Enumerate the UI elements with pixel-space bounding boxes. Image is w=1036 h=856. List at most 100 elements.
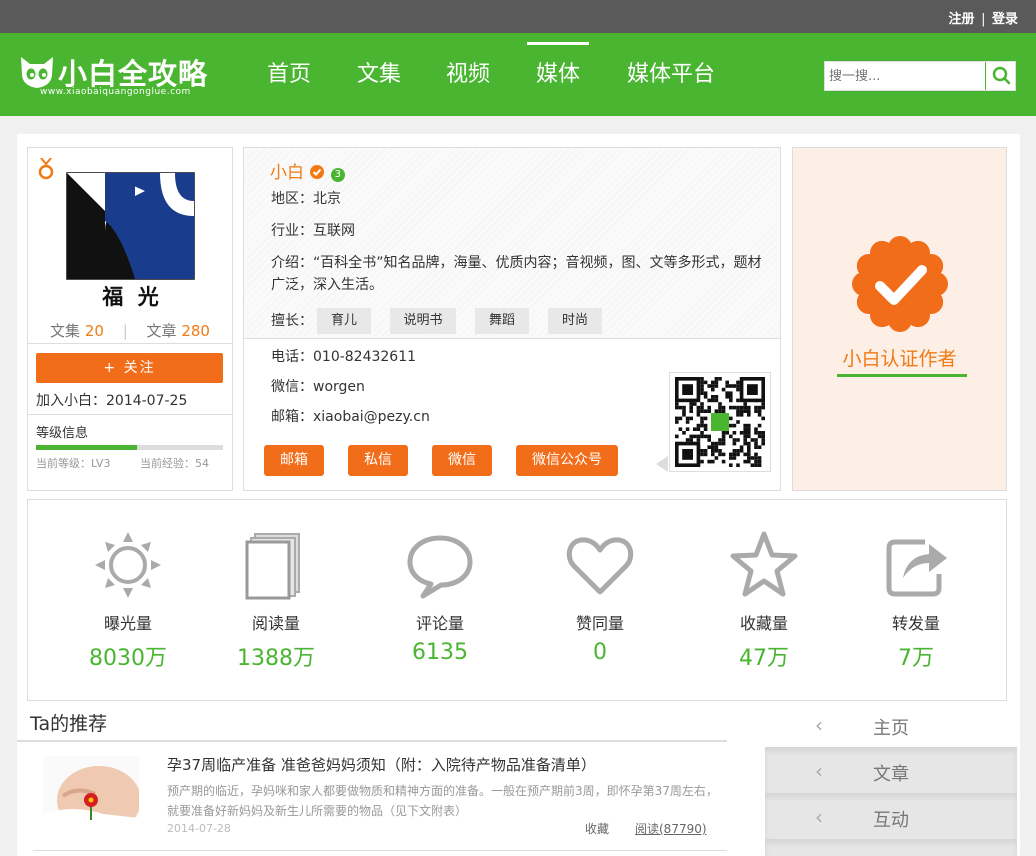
article-thumbnail[interactable] xyxy=(43,756,139,836)
tag-manual[interactable]: 说明书 xyxy=(390,308,456,334)
tag-fashion[interactable]: 时尚 xyxy=(548,308,602,334)
stat-label: 阅读量 xyxy=(251,614,300,633)
sidebar-item-more[interactable] xyxy=(765,839,1017,856)
chevron-left-icon: ‹ xyxy=(815,805,823,829)
article-summary: 预产期的临近，孕妈咪和家人都要做物质和精神方面的准备。一般在预产期前3周，即怀孕… xyxy=(167,784,718,818)
star-icon xyxy=(730,531,798,597)
stat-value: 7万 xyxy=(898,646,934,671)
sidebar-item-label: 互动 xyxy=(873,810,909,831)
auth-links: 注册 | 登录 xyxy=(949,8,1018,27)
site-logo[interactable]: 小白全攻略 www.xiaobaiquangonglue.com xyxy=(18,51,208,101)
message-button[interactable]: 私信 xyxy=(348,445,408,476)
tag-parenting[interactable]: 育儿 xyxy=(317,308,371,334)
author-region: 地区：北京 xyxy=(271,191,341,207)
verified-author-title: 小白认证作者 xyxy=(842,348,957,370)
joined-date: 加入小白：2014-07-25 xyxy=(36,393,188,409)
sidebar-item-interaction[interactable]: ‹ 互动 xyxy=(765,793,1017,839)
favorite-link[interactable]: 收藏 xyxy=(585,820,609,837)
divider xyxy=(244,338,780,339)
share-icon xyxy=(886,539,947,597)
search-icon xyxy=(992,66,1011,85)
stat-label: 收藏量 xyxy=(739,614,788,633)
qr-pointer xyxy=(656,456,668,472)
contact-section: 电话：010-82432611 微信：worgen 邮箱：xiaobai@pez… xyxy=(244,338,780,490)
stat-shares: 转发量 7万 xyxy=(836,500,996,700)
document-stack-icon xyxy=(245,533,300,600)
sun-icon xyxy=(95,532,161,598)
site-header: 小白全攻略 www.xiaobaiquangonglue.com 首页 文集 视… xyxy=(0,33,1036,116)
nav-video[interactable]: 视频 xyxy=(446,33,490,116)
article-title[interactable]: 孕37周临产准备 准爸爸妈妈须知（附：入院待产物品准备清单） xyxy=(167,754,596,775)
author-intro: 介绍：“百科全书”知名品牌，海量、优质内容；音视频，图、文等多形式，题材广泛，深… xyxy=(271,255,762,293)
stat-label: 赞同量 xyxy=(575,614,624,633)
level-progress-fill xyxy=(36,445,137,450)
divider xyxy=(28,343,232,344)
sidebar-item-label: 文章 xyxy=(873,764,909,785)
stat-label: 曝光量 xyxy=(103,614,152,633)
recommend-title: Ta的推荐 xyxy=(30,713,108,735)
stat-value: 47万 xyxy=(739,646,789,671)
qr-code-image xyxy=(675,377,765,467)
article-date: 2014-07-28 xyxy=(167,822,231,835)
medal-icon xyxy=(38,158,54,180)
current-level: 当前等级：LV3 xyxy=(36,457,111,470)
auth-divider: | xyxy=(981,12,986,27)
avatar-caption: 福 光 xyxy=(102,284,159,309)
profile-card: 福 光 文集 20 | 文章 280 + 关注 加入小白：2014-07-25 … xyxy=(27,147,233,491)
stat-reads: 阅读量 1388万 xyxy=(196,500,356,700)
list-item: 孕37周临产准备 准爸爸妈妈须知（附：入院待产物品准备清单） 预产期的临近，孕妈… xyxy=(17,742,727,852)
tag-dance[interactable]: 舞蹈 xyxy=(475,308,529,334)
nav-media-platform[interactable]: 媒体平台 xyxy=(626,33,716,116)
level-progress-bar xyxy=(36,445,223,450)
follow-button[interactable]: + 关注 xyxy=(36,353,223,383)
articles-count[interactable]: 280 xyxy=(181,322,210,340)
stats-panel: 曝光量 8030万 阅读量 1388万 评论量 6135 赞同量 0 收藏量 4… xyxy=(27,499,1007,701)
nav-home[interactable]: 首页 xyxy=(267,33,311,116)
stat-value: 8030万 xyxy=(89,646,167,671)
nav-collections[interactable]: 文集 xyxy=(357,33,401,116)
top-bar: 注册 | 登录 xyxy=(0,0,1036,33)
stat-likes: 赞同量 0 xyxy=(520,500,680,700)
author-name[interactable]: 小白 xyxy=(270,163,304,183)
read-count-link[interactable]: 阅读(87790) xyxy=(635,820,707,837)
collections-label[interactable]: 文集 xyxy=(50,322,80,340)
chevron-left-icon: ‹ xyxy=(815,713,823,737)
stat-value: 1388万 xyxy=(237,646,315,671)
nav-media[interactable]: 媒体 xyxy=(527,33,589,116)
register-link[interactable]: 注册 xyxy=(949,12,975,27)
author-name-row: 小白 3 xyxy=(270,158,345,183)
articles-label[interactable]: 文章 xyxy=(147,322,177,340)
wechat-button[interactable]: 微信 xyxy=(432,445,492,476)
search-box xyxy=(824,61,1016,91)
collections-count[interactable]: 20 xyxy=(85,322,104,340)
current-exp: 当前经验：54 xyxy=(140,457,209,470)
verified-underline xyxy=(837,374,967,377)
heart-icon xyxy=(566,537,634,595)
author-industry: 行业：互联网 xyxy=(271,223,355,239)
contact-phone: 电话：010-82432611 xyxy=(271,349,417,365)
stat-exposure: 曝光量 8030万 xyxy=(48,500,208,700)
verified-icon xyxy=(310,165,325,179)
search-input[interactable] xyxy=(825,62,985,90)
sidebar-item-label: 主页 xyxy=(873,718,909,739)
divider xyxy=(28,414,232,415)
login-link[interactable]: 登录 xyxy=(992,12,1018,27)
avatar[interactable]: 福 光 xyxy=(65,171,196,309)
stat-value: 0 xyxy=(593,640,607,665)
sidebar-item-home[interactable]: ‹ 主页 xyxy=(765,701,1017,747)
logo-url: www.xiaobaiquangonglue.com xyxy=(40,87,191,97)
speech-bubble-icon xyxy=(407,535,473,599)
sidebar-item-articles[interactable]: ‹ 文章 xyxy=(765,747,1017,793)
qr-code xyxy=(669,372,771,472)
divider xyxy=(33,850,727,851)
email-button[interactable]: 邮箱 xyxy=(264,445,324,476)
cat-logo-icon xyxy=(21,57,53,88)
author-info-card: 小白 3 地区：北京 行业：互联网 介绍：“百科全书”知名品牌，海量、优质内容；… xyxy=(243,147,781,491)
level-title: 等级信息 xyxy=(36,426,89,441)
wechat-official-button[interactable]: 微信公众号 xyxy=(516,445,618,476)
profile-counts: 文集 20 | 文章 280 xyxy=(28,320,232,341)
stat-value: 6135 xyxy=(412,640,468,665)
stat-comments: 评论量 6135 xyxy=(360,500,520,700)
search-button[interactable] xyxy=(985,62,1015,90)
stat-label: 转发量 xyxy=(891,614,940,633)
